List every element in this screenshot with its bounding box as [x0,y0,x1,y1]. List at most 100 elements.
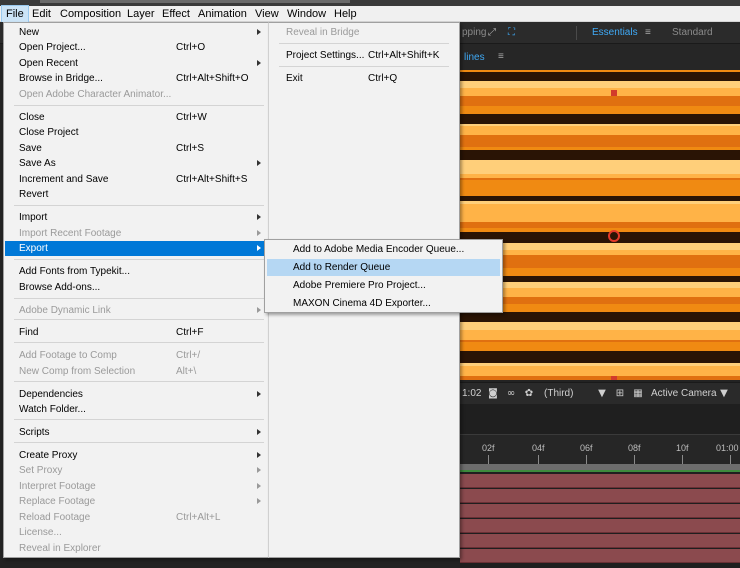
menu-layer[interactable]: Layer [123,6,159,22]
menu-item-close-project[interactable]: Close Project [5,125,268,140]
layer-bar[interactable] [460,489,740,503]
channel-icon[interactable]: ✿ [523,388,535,399]
menu-item-label: Open Adobe Character Animator... [19,89,172,100]
menu-composition[interactable]: Composition [56,6,125,22]
menu-animation[interactable]: Animation [194,6,251,22]
menu-item-scripts[interactable]: Scripts [5,425,268,440]
menu-item-watch-folder[interactable]: Watch Folder... [5,402,268,417]
menu-item-add-fonts-from-typekit[interactable]: Add Fonts from Typekit... [5,264,268,279]
view-dropdown[interactable]: (Third) [544,388,573,399]
menu-item-increment-and-save[interactable]: Increment and Save Ctrl+Alt+Shift+S [5,172,268,187]
menu-view[interactable]: View [251,6,283,22]
transparency-grid-icon[interactable]: ▦ [632,388,644,399]
submenu-arrow-icon [257,429,261,435]
workspace-essentials[interactable]: Essentials [592,27,638,38]
menu-item-reveal-in-bridge: Reveal in Bridge [270,25,458,40]
menu-item-label: Add Footage to Comp [19,350,117,361]
menu-item-project-settings[interactable]: Project Settings... Ctrl+Alt+Shift+K [270,48,458,63]
menu-item-new[interactable]: New [5,25,268,40]
snap-target-icon[interactable]: ⛶ [508,27,515,38]
menu-item-exit[interactable]: Exit Ctrl+Q [270,71,458,86]
layer-bar[interactable] [460,534,740,548]
menu-item-close[interactable]: Close Ctrl+W [5,110,268,125]
time-ruler[interactable]: 02f 04f 06f 08f 10f 01:00 [460,434,740,465]
menu-item-set-proxy: Set Proxy [5,463,268,478]
layer-bar[interactable] [460,504,740,518]
submenu-arrow-icon [257,60,261,66]
menu-item-save[interactable]: Save Ctrl+S [5,141,268,156]
timecode[interactable]: 1:02 [462,388,481,399]
menu-item-open-project[interactable]: Open Project... Ctrl+O [5,40,268,55]
composition-viewer[interactable] [460,70,740,380]
ruler-label: 01:00 [716,443,739,453]
layer-handle-top[interactable] [611,90,617,96]
submenu-item-label: Add to Adobe Media Encoder Queue... [293,244,465,255]
submenu-arrow-icon [257,467,261,473]
menu-item-import[interactable]: Import [5,210,268,225]
menu-item-find[interactable]: Find Ctrl+F [5,325,268,340]
menu-item-label: Import [19,212,48,223]
window-title-blur [40,0,350,3]
menu-item-label: Set Proxy [19,465,63,476]
menu-help[interactable]: Help [330,6,361,22]
menu-item-shortcut: Ctrl+Alt+Shift+O [176,73,249,84]
menu-item-label: Create Proxy [19,450,78,461]
submenu-item-adobe-premiere-pro-project[interactable]: Adobe Premiere Pro Project... [267,277,500,294]
footage-streak [460,180,740,189]
footage-streak [460,312,740,322]
menu-item-shortcut: Ctrl+Q [368,73,398,84]
guides-tab[interactable]: lines [464,52,485,63]
submenu-item-add-to-render-queue[interactable]: Add to Render Queue [267,259,500,276]
menu-file[interactable]: File [1,5,29,23]
menu-separator [14,259,264,260]
ruler-label: 04f [532,443,545,453]
viewer-footer: 1:02 ◙ ∞ ✿ (Third) ▼ ⊞ ▦ Active Camera ▼ [460,382,740,404]
menu-item-add-footage-to-comp: Add Footage to Comp Ctrl+/ [5,348,268,363]
panel-menu-icon[interactable]: ≡ [498,51,504,62]
anchor-point-icon[interactable] [608,230,620,242]
menu-item-browse-in-bridge[interactable]: Browse in Bridge... Ctrl+Alt+Shift+O [5,71,268,86]
menu-item-label: Save As [19,158,56,169]
submenu-item-label: MAXON Cinema 4D Exporter... [293,298,431,309]
layer-bar[interactable] [460,474,740,488]
menu-item-shortcut: Ctrl+Alt+L [176,512,221,523]
menu-window[interactable]: Window [283,6,330,22]
menu-item-export[interactable]: Export [5,241,268,256]
submenu-item-maxon-cinema-4d-exporter[interactable]: MAXON Cinema 4D Exporter... [267,295,500,312]
menu-item-label: Replace Footage [19,496,96,507]
ruler-label: 06f [580,443,593,453]
workspace-standard[interactable]: Standard [672,27,713,38]
grid-icon[interactable]: ⊞ [614,388,626,399]
menu-item-label: New Comp from Selection [19,366,136,377]
menu-item-label: Adobe Dynamic Link [19,305,111,316]
menu-item-dependencies[interactable]: Dependencies [5,387,268,402]
menu-item-save-as[interactable]: Save As [5,156,268,171]
menu-item-label: Add Fonts from Typekit... [19,266,130,277]
snapping-label[interactable]: pping [462,27,486,38]
file-menu: New Open Project... Ctrl+O Open Recent Brows… [3,22,269,558]
layer-bar[interactable] [460,519,740,533]
footage-streak [460,204,740,214]
menu-item-browse-add-ons[interactable]: Browse Add-ons... [5,280,268,295]
camera-icon[interactable]: ◙ [487,388,499,399]
menu-effect[interactable]: Effect [158,6,194,22]
snap-icon[interactable]: ⤢ [488,27,496,38]
menu-item-open-recent[interactable]: Open Recent [5,56,268,71]
footage-streak [460,214,740,222]
menu-item-revert[interactable]: Revert [5,187,268,202]
menu-edit[interactable]: Edit [28,6,55,22]
show-snapshot-icon[interactable]: ∞ [505,388,517,399]
menu-item-create-proxy[interactable]: Create Proxy [5,448,268,463]
submenu-item-add-to-adobe-media-encoder-queue[interactable]: Add to Adobe Media Encoder Queue... [267,241,500,258]
layer-bar[interactable] [460,549,740,563]
footage-streak [460,351,740,358]
camera-dropdown[interactable]: Active Camera [651,388,717,399]
ruler-label: 10f [676,443,689,453]
menu-item-label: Interpret Footage [19,481,96,492]
timeline-panel: 02f 04f 06f 08f 10f 01:00 [460,404,740,568]
footage-streak [460,160,740,168]
camera-chevron-down-icon[interactable]: ▼ [718,388,730,399]
layer-handle-bottom[interactable] [611,376,617,380]
view-chevron-down-icon[interactable]: ▼ [596,388,608,399]
workspace-menu-icon[interactable]: ≡ [645,27,651,38]
